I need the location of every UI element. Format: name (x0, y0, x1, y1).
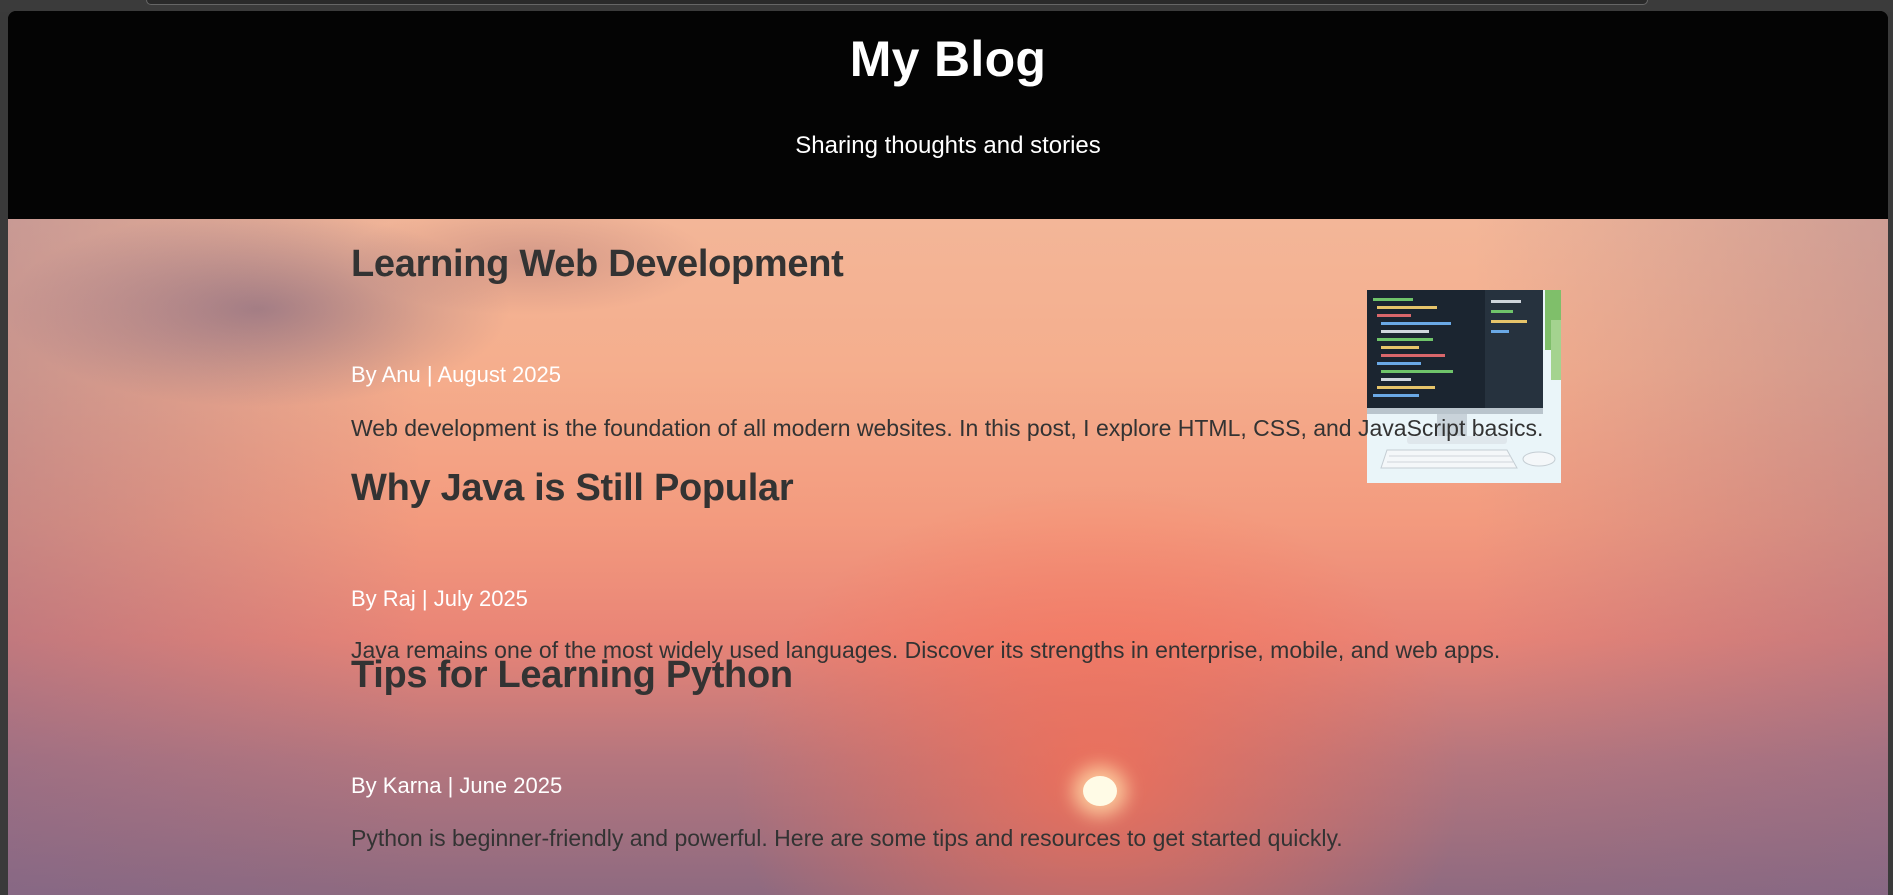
post-title[interactable]: Tips for Learning Python (351, 654, 793, 697)
post-title[interactable]: Learning Web Development (351, 243, 844, 286)
post-meta: By Anu | August 2025 (351, 362, 561, 387)
site-header: My Blog Sharing thoughts and stories (8, 11, 1888, 219)
page: My Blog Sharing thoughts and stories Lea… (8, 11, 1888, 895)
computer-monitor-code-image (1367, 290, 1561, 483)
address-bar-edge (146, 0, 1648, 5)
post-meta: By Raj | July 2025 (351, 586, 528, 611)
post-title[interactable]: Why Java is Still Popular (351, 467, 794, 510)
sunset-sun (1083, 776, 1117, 806)
main-content: Learning Web Development By Anu | August… (8, 219, 1888, 895)
site-title: My Blog (849, 31, 1047, 87)
post-body: Web development is the foundation of all… (351, 415, 1544, 441)
post-body: Python is beginner-friendly and powerful… (351, 825, 1343, 851)
site-subtitle: Sharing thoughts and stories (795, 132, 1101, 159)
post-meta: By Karna | June 2025 (351, 773, 563, 798)
